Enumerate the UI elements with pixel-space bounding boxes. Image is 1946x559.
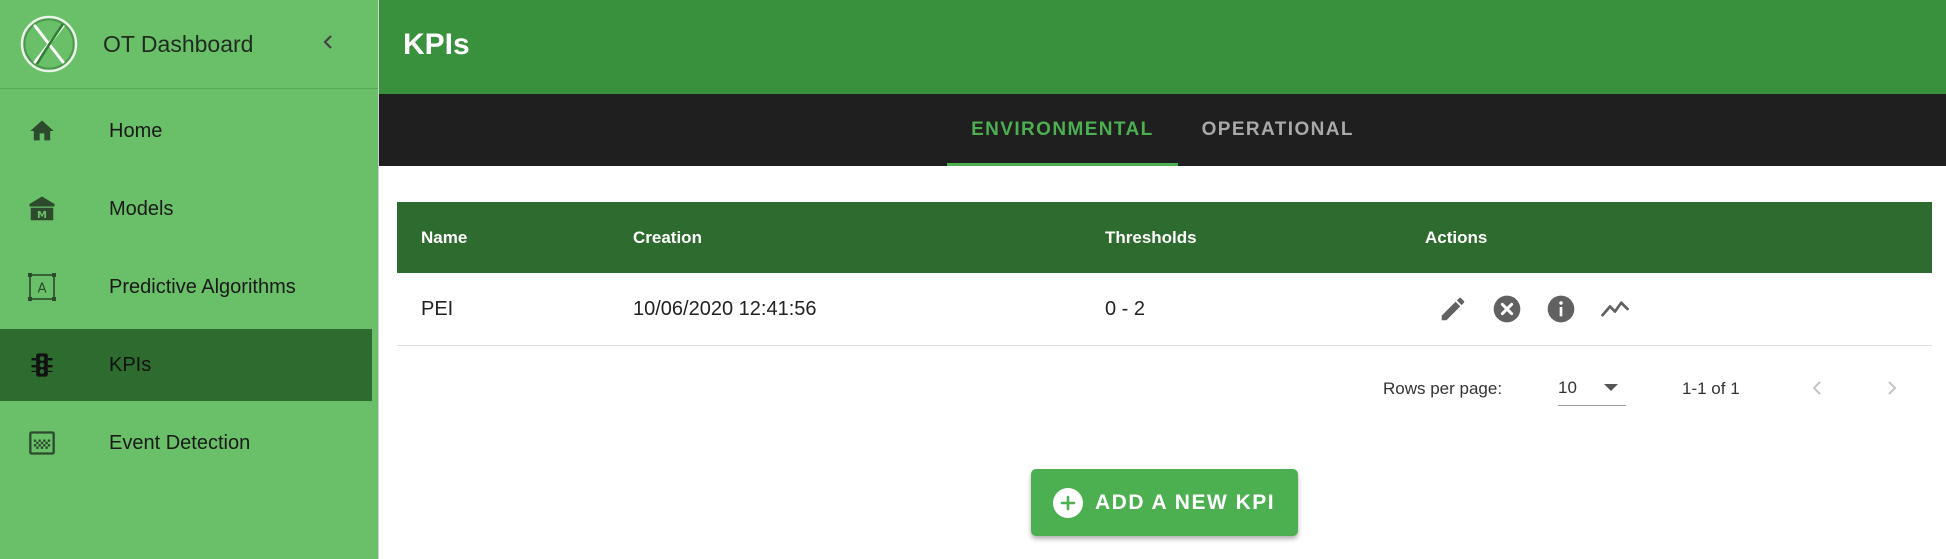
tab-operational[interactable]: OPERATIONAL (1178, 94, 1378, 166)
close-circle-icon (1493, 295, 1521, 323)
column-header-creation: Creation (633, 227, 702, 247)
app: OT Dashboard Home M Models A Predictive … (0, 0, 1946, 559)
delete-button[interactable] (1490, 292, 1524, 326)
info-icon (1547, 295, 1575, 323)
table-row: PEI 10/06/2020 12:41:56 0 - 2 (397, 273, 1932, 346)
tab-bar: ENVIRONMENTAL OPERATIONAL (379, 94, 1946, 166)
column-header-thresholds: Thresholds (1105, 227, 1197, 247)
home-icon (22, 111, 62, 151)
app-logo (19, 14, 79, 74)
pagination-range: 1-1 of 1 (1682, 379, 1740, 398)
add-kpi-button[interactable]: ADD A NEW KPI (1031, 469, 1298, 536)
sidebar-item-label: KPIs (109, 353, 152, 376)
top-bar: KPIs (379, 0, 1946, 94)
kpi-table: Name Creation Thresholds Actions PEI 10/… (397, 202, 1932, 346)
info-button[interactable] (1544, 292, 1578, 326)
plus-circle-icon (1053, 487, 1083, 518)
selection-icon: A (22, 267, 62, 307)
sidebar-header: OT Dashboard (0, 0, 378, 89)
previous-page-button[interactable] (1797, 368, 1837, 408)
edit-button[interactable] (1436, 292, 1470, 326)
sidebar: OT Dashboard Home M Models A Predictive … (0, 0, 379, 559)
trend-button[interactable] (1598, 292, 1632, 326)
rows-per-page-value: 10 (1558, 377, 1577, 397)
next-page-button[interactable] (1872, 368, 1912, 408)
sidebar-item-models[interactable]: M Models (0, 173, 378, 245)
sidebar-item-label: Event Detection (109, 431, 251, 454)
tab-environmental[interactable]: ENVIRONMENTAL (947, 94, 1178, 166)
rows-per-page-select[interactable]: 10 (1558, 370, 1626, 406)
table-header: Name Creation Thresholds Actions (397, 202, 1932, 273)
sidebar-nav: Home M Models A Predictive Algorithms KP… (0, 95, 378, 479)
add-kpi-label: ADD A NEW KPI (1095, 490, 1276, 514)
sidebar-item-predictive-algorithms[interactable]: A Predictive Algorithms (0, 251, 378, 323)
pencil-icon (1441, 297, 1465, 321)
app-title: OT Dashboard (103, 30, 254, 57)
sidebar-item-event-detection[interactable]: Event Detection (0, 407, 378, 479)
cell-creation: 10/06/2020 12:41:56 (633, 297, 817, 320)
caret-down-icon (1604, 384, 1618, 391)
cell-name: PEI (421, 297, 454, 320)
sidebar-item-label: Home (109, 119, 163, 142)
svg-text:A: A (37, 281, 46, 296)
traffic-light-icon (22, 345, 62, 385)
chevron-right-icon (1888, 381, 1897, 395)
sidebar-item-kpis[interactable]: KPIs (0, 329, 372, 401)
column-header-name: Name (421, 227, 468, 247)
row-actions (1425, 292, 1932, 326)
chevron-left-icon (323, 35, 332, 49)
chart-line-icon (1601, 301, 1629, 317)
grid-icon (22, 423, 62, 463)
sidebar-item-label: Predictive Algorithms (109, 275, 296, 298)
museum-icon: M (22, 189, 62, 229)
pagination: Rows per page: 10 1-1 of 1 (397, 350, 1932, 430)
chevron-left-icon (1812, 381, 1821, 395)
cell-thresholds: 0 - 2 (1105, 297, 1146, 320)
collapse-sidebar-button[interactable] (316, 30, 340, 54)
rows-per-page-label: Rows per page: (1383, 379, 1503, 398)
sidebar-item-label: Models (109, 197, 174, 220)
column-header-actions: Actions (1425, 227, 1488, 247)
sidebar-item-home[interactable]: Home (0, 95, 378, 167)
logo-x-icon (20, 15, 78, 73)
page-title: KPIs (403, 28, 470, 61)
svg-text:M: M (37, 210, 47, 221)
